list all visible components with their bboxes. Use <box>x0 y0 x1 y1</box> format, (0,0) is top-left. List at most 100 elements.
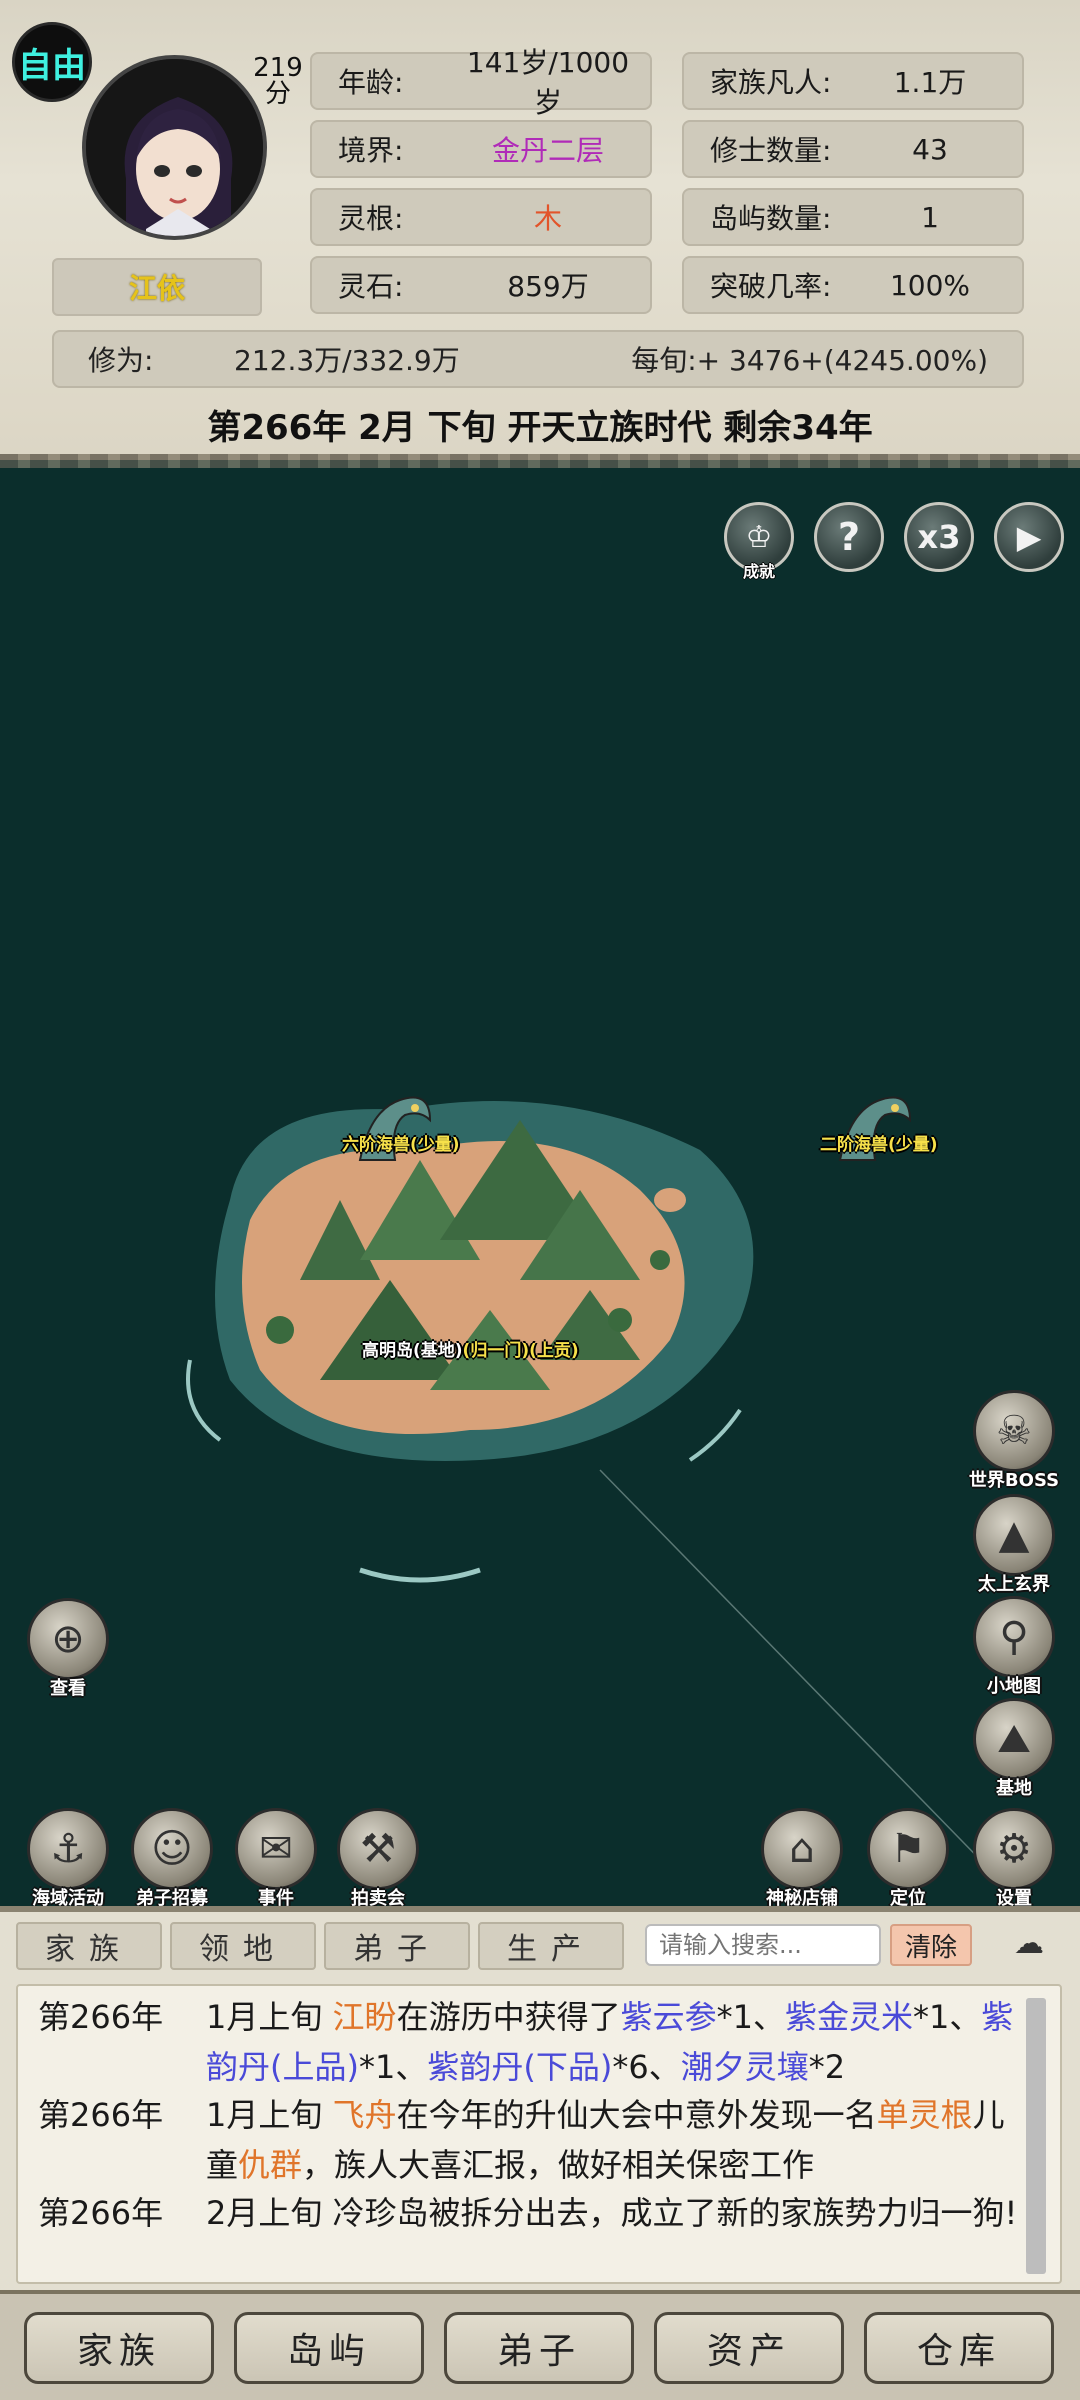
log-highlight[interactable]: 仇群 <box>238 2146 302 2184</box>
status-panel: 自由 219 分 江依 年龄: 141岁/1000岁 境界: 金丹二层 灵根: … <box>0 0 1080 468</box>
minimap-label: 小地图 <box>987 1676 1041 1697</box>
character-avatar[interactable] <box>82 55 267 240</box>
tab-territory[interactable]: 领地 <box>170 1922 316 1970</box>
log-entry-text: 2月上旬 冷珍岛被拆分出去，成立了新的家族势力归一狗! <box>206 2188 1026 2238</box>
log-highlight[interactable]: 紫金灵米 <box>785 1998 913 2036</box>
gavel-icon: ⚒ <box>337 1808 419 1890</box>
stat-value: 43 <box>912 132 948 166</box>
stat-value: 木 <box>533 202 562 235</box>
log-text: 在游历中获得了 <box>396 1998 621 2036</box>
score: 219 分 <box>248 55 308 107</box>
stat-label: 岛屿数量: <box>710 202 832 235</box>
speed-button[interactable]: x3 <box>904 502 974 572</box>
shop-icon: ⌂ <box>761 1808 843 1890</box>
base-button[interactable]: ⛰ 基地 <box>966 1698 1062 1816</box>
stat-label: 突破几率: <box>710 270 832 303</box>
island-label[interactable]: 高明岛(基地)(归一门)(上贡) <box>362 1336 579 1361</box>
cultivation-label: 修为: <box>88 344 154 377</box>
nav-family[interactable]: 家族 <box>24 2312 214 2384</box>
bottom-nav: 家族 岛屿 弟子 资产 仓库 <box>0 2290 1080 2400</box>
cloud-icon[interactable]: ☁ <box>992 1926 1066 1964</box>
log-text: ，族人大喜汇报，做好相关保密工作 <box>302 2146 815 2184</box>
scroll-icon: ✉ <box>235 1808 317 1890</box>
base-label: 基地 <box>996 1778 1032 1799</box>
stat-spirit-stone: 灵石: 859万 <box>310 256 652 314</box>
world-boss-label: 世界BOSS <box>968 1470 1060 1491</box>
stat-islands: 岛屿数量: 1 <box>682 188 1024 246</box>
disciple-icon: ☺ <box>131 1808 213 1890</box>
stat-label: 家族凡人: <box>710 66 832 99</box>
score-value: 219 <box>253 53 303 83</box>
log-entry-text: 1月上旬 飞舟在今年的升仙大会中意外发现一名单灵根儿童仇群，族人大喜汇报，做好相… <box>206 2090 1026 2190</box>
log-entry-year: 第266年 <box>38 2194 164 2232</box>
per-period-gain: 每旬:+ 3476+(4245.00%) <box>631 344 988 377</box>
search-input[interactable] <box>645 1924 881 1966</box>
map-pin-icon: ⚲ <box>973 1596 1055 1678</box>
island-sect: (归一门)(上贡) <box>462 1341 579 1361</box>
log-text: 2月上旬 冷珍岛被拆分出去，成立了新的家族势力归一狗! <box>206 2194 1018 2232</box>
monster-label[interactable]: 二阶海兽(少量) <box>820 1130 938 1155</box>
log-panel: 家族 领地 弟子 生产 清除 ☁ 第266年1月上旬 江盼在游历中获得了紫云参*… <box>0 1906 1080 2290</box>
log-text: *6、 <box>612 2048 681 2086</box>
stat-age: 年龄: 141岁/1000岁 <box>310 46 652 119</box>
question-icon: ? <box>837 515 861 559</box>
world-boss-button[interactable]: ☠ 世界BOSS <box>966 1390 1062 1508</box>
demon-icon: ☠ <box>973 1390 1055 1472</box>
stat-realm: 境界: 金丹二层 <box>310 120 652 178</box>
nav-assets[interactable]: 资产 <box>654 2312 844 2384</box>
stat-label: 年龄: <box>338 66 404 99</box>
stat-value: 141岁/1000岁 <box>466 46 630 119</box>
log-highlight[interactable]: 单灵根 <box>877 2096 973 2134</box>
log-text: 1月上旬 <box>206 1998 333 2036</box>
log-list[interactable]: 第266年 1月上旬 江盼在游历中获得了紫云参*1、紫金灵米*1、紫韵丹(上品)*… <box>16 1984 1062 2284</box>
minimap-button[interactable]: ⚲ 小地图 <box>966 1596 1062 1714</box>
play-button[interactable]: ▶ <box>994 502 1064 572</box>
speed-icon: x3 <box>917 518 961 556</box>
character-name[interactable]: 江依 <box>52 258 262 316</box>
log-text: *2 <box>808 2048 846 2086</box>
log-text: 在今年的升仙大会中意外发现一名 <box>396 2096 877 2134</box>
stat-label: 灵根: <box>338 202 404 235</box>
stat-label: 修士数量: <box>710 134 832 167</box>
stat-label: 境界: <box>338 134 404 167</box>
log-highlight[interactable]: 紫云参 <box>621 1998 717 2036</box>
stat-label: 灵石: <box>338 270 404 303</box>
nav-warehouse[interactable]: 仓库 <box>864 2312 1054 2384</box>
mode-badge[interactable]: 自由 <box>12 22 92 102</box>
sea-map[interactable]: ♔ 成就 ? x3 ▶ 六阶海兽(少量) 二阶海兽(少量) 高明岛(基地)(归一… <box>0 460 1080 1909</box>
view-label: 查看 <box>50 1678 86 1699</box>
clear-button[interactable]: 清除 <box>890 1924 972 1966</box>
help-button[interactable]: ? <box>814 502 884 572</box>
supreme-realm-button[interactable]: ▲ 太上玄界 <box>966 1494 1062 1612</box>
score-unit: 分 <box>264 79 291 109</box>
stat-mortals: 家族凡人: 1.1万 <box>682 52 1024 110</box>
supreme-realm-label: 太上玄界 <box>978 1574 1050 1595</box>
tab-production[interactable]: 生产 <box>478 1922 624 1970</box>
anchor-icon: ⚓ <box>27 1808 109 1890</box>
achievement-label: 成就 <box>742 562 775 581</box>
log-entry-text: 1月上旬 江盼在游历中获得了紫云参*1、紫金灵米*1、紫韵丹(上品)*1、紫韵丹… <box>206 1992 1026 2092</box>
log-highlight[interactable]: 紫韵丹(下品) <box>427 2048 612 2086</box>
log-highlight[interactable]: 潮夕灵壤 <box>681 2048 809 2086</box>
avatar-portrait <box>86 59 263 236</box>
log-scrollbar[interactable] <box>1026 1998 1046 2274</box>
stat-spirit-root: 灵根: 木 <box>310 188 652 246</box>
mountain-icon: ▲ <box>973 1494 1055 1576</box>
tab-disciples[interactable]: 弟子 <box>324 1922 470 1970</box>
tab-family[interactable]: 家族 <box>16 1922 162 1970</box>
log-entry-year: 第266年 <box>38 1998 164 2036</box>
view-button[interactable]: ⊕ 查看 <box>20 1598 116 1716</box>
cultivation-row: 修为: 212.3万/332.9万 每旬:+ 3476+(4245.00%) <box>52 330 1024 388</box>
play-icon: ▶ <box>1016 518 1042 556</box>
log-highlight[interactable]: 江盼 <box>333 1998 397 2036</box>
monster-label[interactable]: 六阶海兽(少量) <box>342 1130 460 1155</box>
nav-disciples[interactable]: 弟子 <box>444 2312 634 2384</box>
log-entry-year: 第266年 <box>38 2096 164 2134</box>
stat-value: 金丹二层 <box>491 134 604 167</box>
gear-icon: ⚙ <box>973 1808 1055 1890</box>
island-name: 高明岛(基地) <box>362 1341 463 1361</box>
trophy-icon: ♔ <box>745 519 773 555</box>
crosshair-icon: ⊕ <box>27 1598 109 1680</box>
nav-islands[interactable]: 岛屿 <box>234 2312 424 2384</box>
log-highlight[interactable]: 飞舟 <box>333 2096 397 2134</box>
